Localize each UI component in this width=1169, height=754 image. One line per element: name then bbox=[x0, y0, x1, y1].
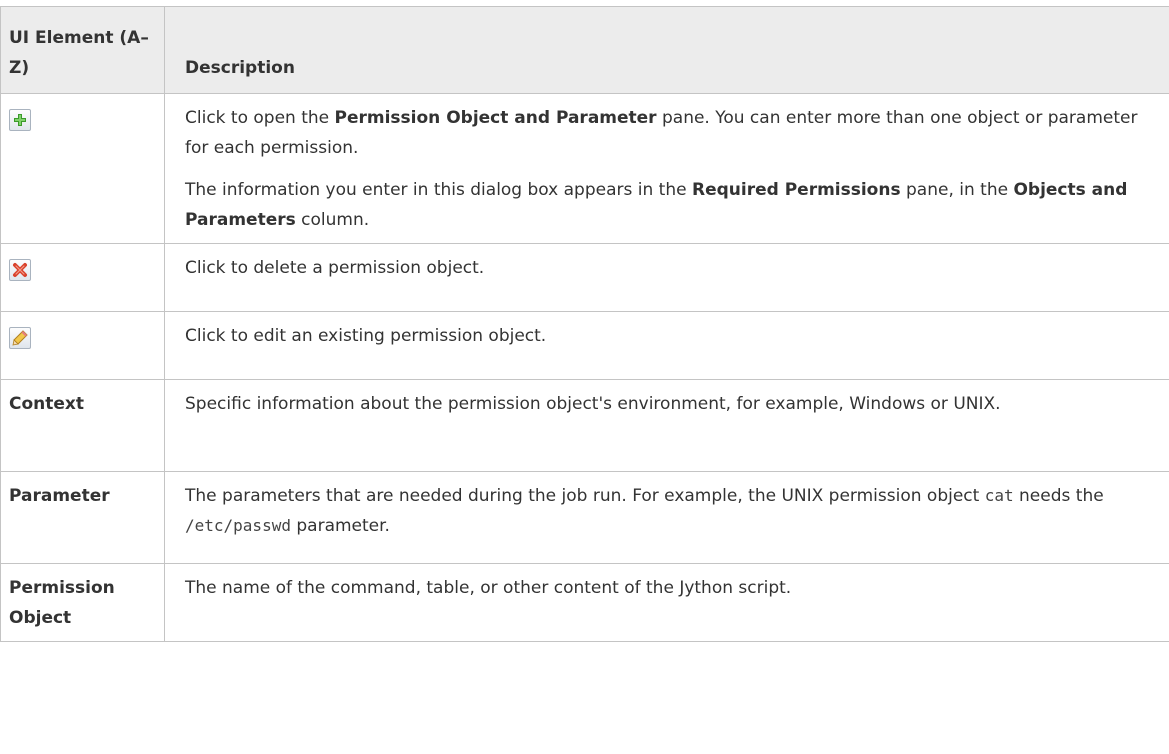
delete-icon bbox=[9, 259, 31, 281]
row-element-name: Context bbox=[0, 379, 165, 472]
description-text: pane, in the bbox=[900, 180, 1014, 200]
row-description-cell: Specific information about the permissio… bbox=[164, 379, 1169, 472]
table-row: Permission Object The name of the comman… bbox=[0, 563, 1169, 642]
edit-icon bbox=[9, 327, 31, 349]
table-row: Click to delete a permission object. bbox=[0, 243, 1169, 312]
row-description-cell: Click to edit an existing permission obj… bbox=[164, 311, 1169, 380]
pane-name-emphasis: Required Permissions bbox=[691, 180, 901, 200]
description-text: column. bbox=[295, 210, 370, 230]
command-code: cat bbox=[984, 486, 1014, 505]
row-element-cell bbox=[0, 311, 165, 380]
row-element-name: Permission Object bbox=[0, 563, 165, 642]
row-element-name: Parameter bbox=[0, 471, 165, 564]
table-row: Context Specific information about the p… bbox=[0, 379, 1169, 472]
header-ui-element: UI Element (A–Z) bbox=[0, 6, 165, 94]
row-description-cell: The parameters that are needed during th… bbox=[164, 471, 1169, 564]
row-description-cell: The name of the command, table, or other… bbox=[164, 563, 1169, 642]
description-text: parameter. bbox=[290, 516, 390, 536]
pane-name-emphasis: Permission Object and Parameter bbox=[334, 108, 657, 128]
description-text: The information you enter in this dialog… bbox=[185, 180, 692, 200]
description-paragraph: The information you enter in this dialog… bbox=[185, 175, 1159, 235]
row-description-cell: Click to delete a permission object. bbox=[164, 243, 1169, 312]
row-element-cell bbox=[0, 243, 165, 312]
table-header-row: UI Element (A–Z) Description bbox=[0, 6, 1169, 94]
row-element-cell bbox=[0, 93, 165, 244]
table-row: Click to open the Permission Object and … bbox=[0, 93, 1169, 244]
description-text: The parameters that are needed during th… bbox=[185, 486, 985, 506]
parameter-code: /etc/passwd bbox=[185, 516, 291, 535]
description-text: needs the bbox=[1013, 486, 1104, 506]
ui-elements-table: UI Element (A–Z) Description Click to op… bbox=[0, 6, 1169, 642]
description-text: Click to open the bbox=[185, 108, 335, 128]
table-row: Parameter The parameters that are needed… bbox=[0, 471, 1169, 564]
add-icon bbox=[9, 109, 31, 131]
header-description: Description bbox=[164, 6, 1169, 94]
row-description-cell: Click to open the Permission Object and … bbox=[164, 93, 1169, 244]
table-row: Click to edit an existing permission obj… bbox=[0, 311, 1169, 380]
description-paragraph: Click to open the Permission Object and … bbox=[185, 103, 1159, 163]
ui-elements-page: UI Element (A–Z) Description Click to op… bbox=[0, 0, 1169, 754]
